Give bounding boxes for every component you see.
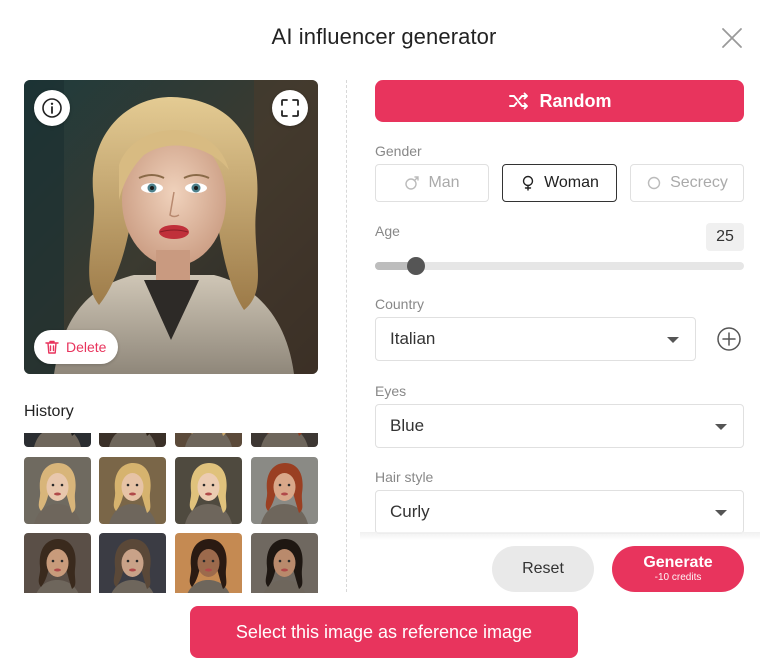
history-thumbnail[interactable] [251,433,318,447]
delete-button[interactable]: Delete [34,330,119,364]
history-thumbnail[interactable] [99,533,166,593]
thumbnail-image [251,433,318,447]
circle-icon [647,176,661,190]
history-thumbnail[interactable] [99,433,166,447]
hair-style-value: Curly [390,502,430,521]
gender-option-label: Secrecy [670,174,728,191]
eyes-value: Blue [390,416,425,435]
history-thumbnail[interactable] [24,433,91,447]
history-thumbnail[interactable] [175,533,242,593]
history-thumbnail[interactable] [175,457,242,524]
eyes-label: Eyes [375,383,407,399]
thumbnail-image [24,457,91,524]
trash-icon [45,340,59,354]
thumbnail-image [99,433,166,447]
history-label: History [24,403,74,420]
thumbnail-image [175,433,242,447]
gender-option-label: Woman [544,174,599,191]
gender-option-woman[interactable]: Woman [502,164,617,202]
history-grid [24,433,318,593]
info-icon [42,98,62,118]
generate-button[interactable]: Generate -10 credits [612,546,744,592]
eyes-select[interactable]: Blue [375,404,744,448]
history-thumbnail[interactable] [24,457,91,524]
thumbnail-image [24,533,91,593]
add-country-button[interactable] [716,326,742,352]
random-label: Random [539,90,612,111]
age-slider-thumb[interactable] [407,257,425,275]
history-thumbnail[interactable] [251,457,318,524]
close-icon[interactable] [719,25,745,51]
age-slider-track[interactable] [375,262,744,270]
history-thumbnail[interactable] [251,533,318,593]
gender-option-label: Man [428,174,460,191]
plus-circle-icon [717,327,741,351]
scroll-fade [360,532,760,540]
age-label: Age [375,223,400,239]
age-value: 25 [706,223,744,251]
chevron-down-icon [715,424,727,430]
random-button[interactable]: Random [375,80,744,122]
country-value: Italian [390,329,436,348]
thumbnail-image [99,533,166,593]
fullscreen-icon [281,99,299,117]
female-icon [522,175,534,191]
gender-label: Gender [375,143,422,159]
gender-option-man[interactable]: Man [375,164,489,202]
fullscreen-button[interactable] [272,90,308,126]
column-divider [346,80,347,592]
thumbnail-image [175,533,242,593]
chevron-down-icon [715,510,727,516]
history-thumbnail[interactable] [175,433,242,447]
male-icon [405,176,420,190]
thumbnail-image [99,457,166,524]
hair-style-select[interactable]: Curly [375,490,744,534]
thumbnail-image [24,433,91,447]
thumbnail-image [251,457,318,524]
reset-button[interactable]: Reset [492,546,594,592]
hair-style-label: Hair style [375,469,434,485]
gender-option-secrecy[interactable]: Secrecy [630,164,744,202]
country-select[interactable]: Italian [375,317,696,361]
thumbnail-image [251,533,318,593]
generated-portrait: Delete [24,80,318,374]
select-reference-button[interactable]: Select this image as reference image [190,606,578,658]
history-thumbnail[interactable] [24,533,91,593]
generate-cost: -10 credits [654,572,702,583]
delete-label: Delete [66,339,107,355]
shuffle-icon [508,92,528,110]
history-thumbnail[interactable] [99,457,166,524]
chevron-down-icon [667,337,679,343]
generate-label: Generate [643,554,713,571]
dialog-title: AI influencer generator [271,24,497,49]
country-label: Country [375,296,425,312]
info-button[interactable] [34,90,70,126]
thumbnail-image [175,457,242,524]
